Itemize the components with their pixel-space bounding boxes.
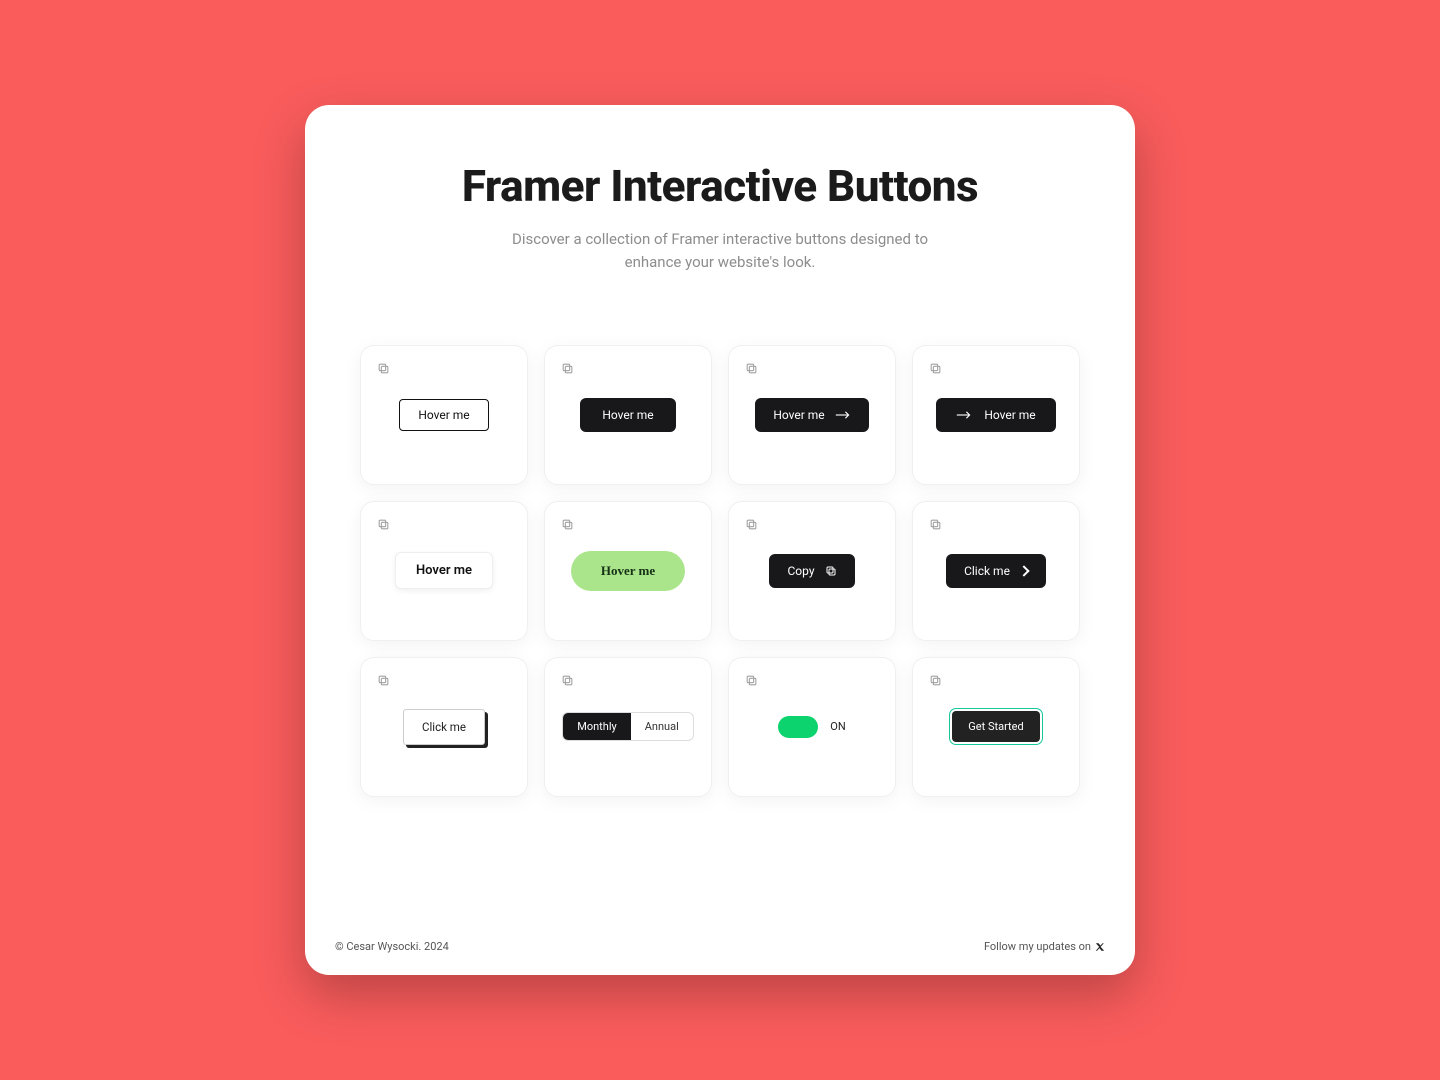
footer: © Cesar Wysocki. 2024 Follow my updates … bbox=[335, 940, 1105, 953]
card-hover-outline: Hover me bbox=[360, 345, 528, 485]
button-label: Hover me bbox=[773, 408, 824, 422]
hover-outline-button[interactable]: Hover me bbox=[399, 399, 488, 431]
card-hover-soft: Hover me bbox=[360, 501, 528, 641]
chevron-right-icon bbox=[1018, 565, 1029, 576]
toggle-row: ON bbox=[778, 716, 845, 738]
copy-card-icon[interactable] bbox=[377, 674, 390, 687]
button-label: Copy bbox=[787, 564, 814, 578]
card-hover-arrow-right: Hover me bbox=[728, 345, 896, 485]
copy-card-icon[interactable] bbox=[561, 362, 574, 375]
arrow-right-icon bbox=[956, 411, 972, 419]
card-hover-dark: Hover me bbox=[544, 345, 712, 485]
card-hover-pill: Hover me bbox=[544, 501, 712, 641]
card-switch-toggle: ON bbox=[728, 657, 896, 797]
hover-dark-button[interactable]: Hover me bbox=[580, 398, 675, 432]
footer-follow[interactable]: Follow my updates on bbox=[984, 940, 1105, 953]
click-shadow-button[interactable]: Click me bbox=[403, 709, 485, 745]
button-label: Click me bbox=[964, 564, 1010, 578]
card-copy-button: Copy bbox=[728, 501, 896, 641]
card-get-started: Get Started bbox=[912, 657, 1080, 797]
arrow-right-icon bbox=[835, 411, 851, 419]
page-title: Framer Interactive Buttons bbox=[462, 160, 978, 212]
hover-arrow-left-button[interactable]: Hover me bbox=[936, 398, 1055, 432]
copy-icon bbox=[825, 565, 837, 577]
card-segment-toggle: Monthly Annual bbox=[544, 657, 712, 797]
x-icon bbox=[1095, 942, 1105, 952]
copy-card-icon[interactable] bbox=[929, 518, 942, 531]
hover-arrow-right-button[interactable]: Hover me bbox=[755, 398, 868, 432]
button-label: Hover me bbox=[984, 408, 1035, 422]
copy-card-icon[interactable] bbox=[377, 518, 390, 531]
footer-copyright: © Cesar Wysocki. 2024 bbox=[335, 940, 449, 953]
hover-soft-button[interactable]: Hover me bbox=[395, 552, 493, 589]
segment-monthly[interactable]: Monthly bbox=[563, 713, 631, 740]
copy-card-icon[interactable] bbox=[745, 362, 758, 375]
hover-pill-button[interactable]: Hover me bbox=[571, 551, 685, 591]
copy-button[interactable]: Copy bbox=[769, 554, 854, 588]
card-click-shadow: Click me bbox=[360, 657, 528, 797]
on-off-toggle[interactable] bbox=[778, 716, 818, 738]
click-chevron-button[interactable]: Click me bbox=[946, 554, 1046, 588]
footer-follow-text: Follow my updates on bbox=[984, 940, 1091, 953]
main-panel: Framer Interactive Buttons Discover a co… bbox=[305, 105, 1135, 975]
button-grid: Hover me Hover me Hover me bbox=[360, 345, 1080, 797]
card-click-chevron: Click me bbox=[912, 501, 1080, 641]
get-started-button[interactable]: Get Started bbox=[952, 711, 1039, 742]
copy-card-icon[interactable] bbox=[561, 674, 574, 687]
copy-card-icon[interactable] bbox=[745, 518, 758, 531]
copy-card-icon[interactable] bbox=[929, 362, 942, 375]
copy-card-icon[interactable] bbox=[377, 362, 390, 375]
copy-card-icon[interactable] bbox=[929, 674, 942, 687]
toggle-label: ON bbox=[830, 720, 845, 733]
copy-card-icon[interactable] bbox=[561, 518, 574, 531]
card-hover-arrow-left: Hover me bbox=[912, 345, 1080, 485]
billing-segment[interactable]: Monthly Annual bbox=[562, 712, 694, 741]
page-subtitle: Discover a collection of Framer interact… bbox=[490, 228, 950, 275]
segment-annual[interactable]: Annual bbox=[631, 713, 693, 740]
copy-card-icon[interactable] bbox=[745, 674, 758, 687]
